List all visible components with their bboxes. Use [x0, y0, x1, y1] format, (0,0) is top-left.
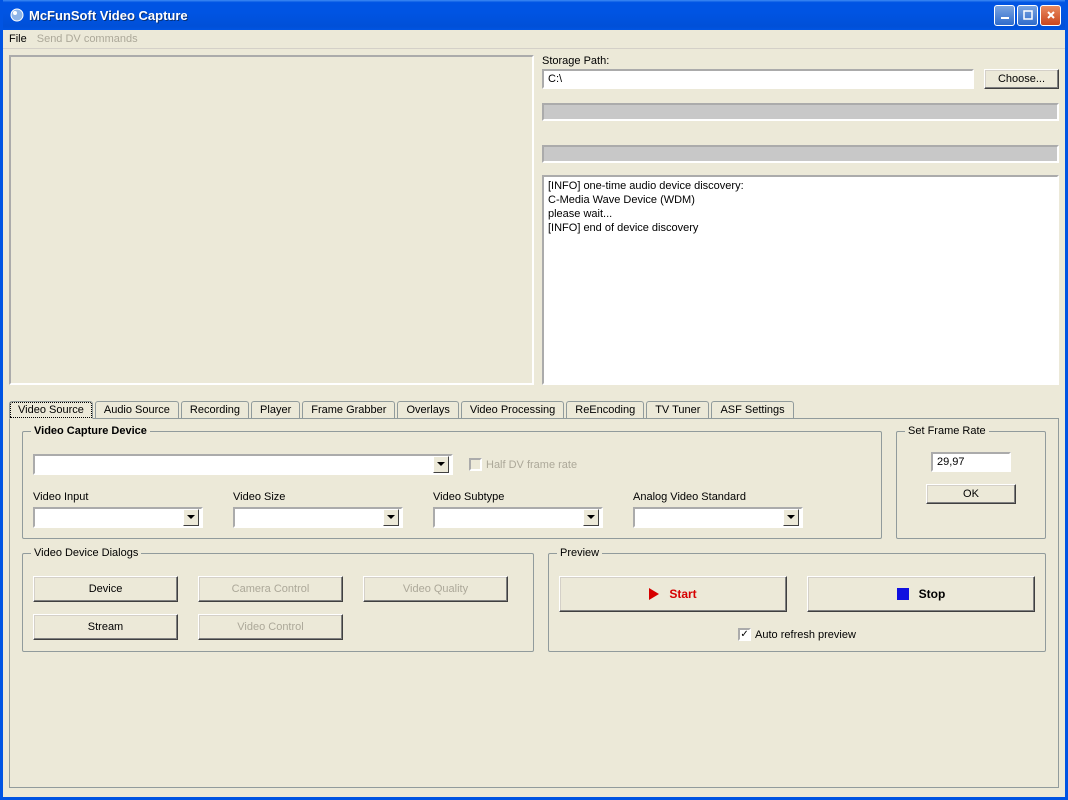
menu-file[interactable]: File: [9, 33, 27, 45]
video-input-label: Video Input: [33, 491, 203, 503]
chevron-down-icon: [783, 509, 799, 526]
window-title: McFunSoft Video Capture: [29, 8, 994, 23]
window-controls: [994, 5, 1061, 26]
tab-video-source[interactable]: Video Source: [9, 401, 93, 419]
video-size-combo[interactable]: [233, 507, 403, 528]
analog-standard-combo[interactable]: [633, 507, 803, 528]
group-video-device-dialogs: Video Device Dialogs Device Camera Contr…: [22, 553, 534, 652]
preview-legend: Preview: [557, 547, 602, 559]
tab-audio-source[interactable]: Audio Source: [95, 401, 179, 418]
capture-device-combo[interactable]: [33, 454, 453, 475]
group-preview: Preview Start Stop: [548, 553, 1046, 652]
group-video-capture-legend: Video Capture Device: [31, 425, 150, 437]
auto-refresh-checkbox[interactable]: Auto refresh preview: [738, 628, 856, 641]
tab-player[interactable]: Player: [251, 401, 300, 418]
video-control-button: Video Control: [198, 614, 343, 640]
chevron-down-icon: [183, 509, 199, 526]
group-video-capture-device: Video Capture Device Half DV frame rate: [22, 431, 882, 539]
close-button[interactable]: [1040, 5, 1061, 26]
progress-bar-2: [542, 145, 1059, 163]
app-icon: [9, 7, 25, 23]
start-label: Start: [669, 587, 696, 601]
video-subtype-combo[interactable]: [433, 507, 603, 528]
video-input-combo[interactable]: [33, 507, 203, 528]
half-dv-checkbox: Half DV frame rate: [469, 458, 577, 471]
video-size-label: Video Size: [233, 491, 403, 503]
right-top-panel: Storage Path: Choose... [INFO] one-time …: [542, 55, 1059, 385]
video-preview-pane: [9, 55, 534, 385]
start-button[interactable]: Start: [559, 576, 787, 612]
camera-control-button: Camera Control: [198, 576, 343, 602]
stop-icon: [897, 588, 909, 600]
log-output[interactable]: [INFO] one-time audio device discovery: …: [542, 175, 1059, 385]
storage-path-row: Storage Path: Choose...: [542, 55, 1059, 89]
tab-overlays[interactable]: Overlays: [397, 401, 458, 418]
chevron-down-icon: [433, 456, 449, 473]
tabs-area: Video Source Audio Source Recording Play…: [9, 401, 1059, 788]
stop-label: Stop: [919, 587, 946, 601]
stream-button[interactable]: Stream: [33, 614, 178, 640]
content-area: Storage Path: Choose... [INFO] one-time …: [3, 49, 1065, 797]
storage-path-label: Storage Path:: [542, 55, 1059, 67]
menu-send-dv: Send DV commands: [37, 33, 138, 45]
tab-video-processing[interactable]: Video Processing: [461, 401, 564, 418]
minimize-button[interactable]: [994, 5, 1015, 26]
chevron-down-icon: [583, 509, 599, 526]
progress-bar-1: [542, 103, 1059, 121]
tab-reencoding[interactable]: ReEncoding: [566, 401, 644, 418]
play-icon: [649, 588, 659, 600]
auto-refresh-label: Auto refresh preview: [755, 629, 856, 641]
half-dv-label: Half DV frame rate: [486, 459, 577, 471]
tab-asf-settings[interactable]: ASF Settings: [711, 401, 793, 418]
video-quality-button: Video Quality: [363, 576, 508, 602]
tab-frame-grabber[interactable]: Frame Grabber: [302, 401, 395, 418]
tab-strip: Video Source Audio Source Recording Play…: [9, 401, 1059, 418]
titlebar: McFunSoft Video Capture: [3, 0, 1065, 30]
maximize-button[interactable]: [1017, 5, 1038, 26]
dialogs-legend: Video Device Dialogs: [31, 547, 141, 559]
menubar: File Send DV commands: [3, 30, 1065, 49]
frame-rate-input[interactable]: [931, 452, 1011, 472]
choose-button[interactable]: Choose...: [984, 69, 1059, 89]
group-frame-rate: Set Frame Rate OK: [896, 431, 1046, 539]
app-window: McFunSoft Video Capture File Send DV com…: [0, 0, 1068, 800]
tab-tv-tuner[interactable]: TV Tuner: [646, 401, 709, 418]
storage-path-input[interactable]: [542, 69, 974, 89]
analog-standard-label: Analog Video Standard: [633, 491, 803, 503]
video-subtype-label: Video Subtype: [433, 491, 603, 503]
tab-recording[interactable]: Recording: [181, 401, 249, 418]
top-area: Storage Path: Choose... [INFO] one-time …: [9, 55, 1059, 385]
device-button[interactable]: Device: [33, 576, 178, 602]
frame-rate-legend: Set Frame Rate: [905, 425, 989, 437]
frame-rate-ok-button[interactable]: OK: [926, 484, 1016, 504]
tab-panel-video-source: Video Capture Device Half DV frame rate: [9, 418, 1059, 788]
chevron-down-icon: [383, 509, 399, 526]
stop-button[interactable]: Stop: [807, 576, 1035, 612]
